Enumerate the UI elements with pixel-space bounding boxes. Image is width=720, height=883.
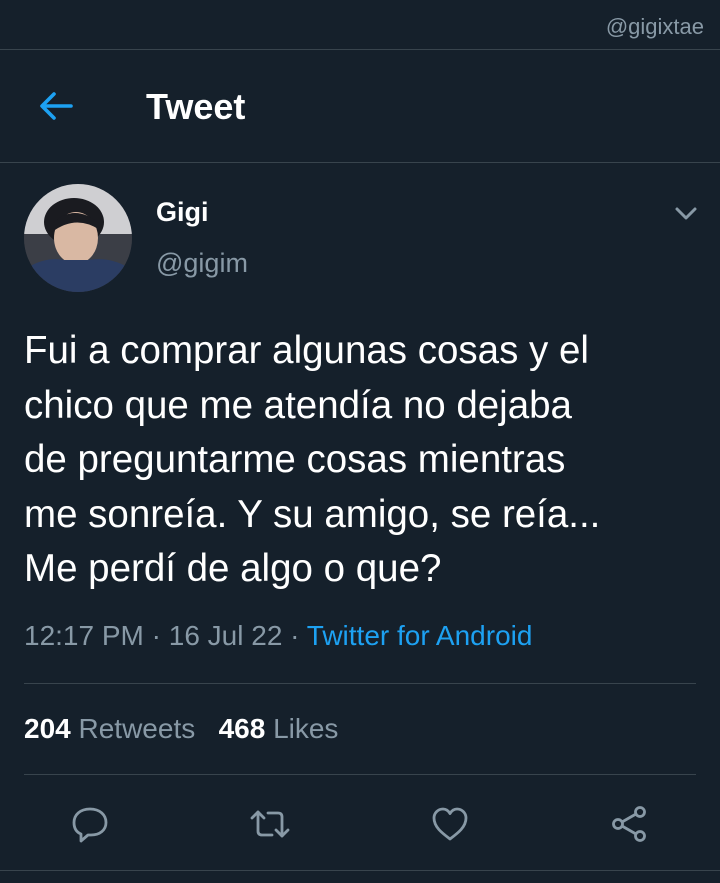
- share-button[interactable]: [608, 802, 652, 846]
- retweets-count: 204: [24, 713, 71, 744]
- likes-stat[interactable]: 468 Likes: [219, 713, 339, 744]
- reply-button[interactable]: [68, 802, 112, 846]
- watermark: @gigixtae: [605, 14, 704, 39]
- tweet-text-line: de preguntarme cosas mientras: [24, 438, 566, 481]
- author-name[interactable]: Gigi: [156, 197, 209, 228]
- avatar-image: [24, 184, 132, 292]
- meta-separator: ·: [151, 620, 161, 651]
- header: Tweet: [0, 50, 720, 162]
- tweet-text-line: Me perdí de algo o que?: [24, 547, 442, 590]
- author-handle[interactable]: @gigim: [156, 248, 248, 279]
- retweets-label: Retweets: [78, 713, 196, 744]
- retweets-stat[interactable]: 204 Retweets: [24, 713, 195, 744]
- tweet-meta: 12:17 PM · 16 Jul 22 · Twitter for Andro…: [24, 620, 532, 652]
- tweet-date: 16 Jul 22: [168, 620, 283, 651]
- reply-icon: [72, 807, 108, 843]
- chevron-down-icon: [675, 207, 697, 220]
- likes-label: Likes: [273, 713, 339, 744]
- tweet-text-line: me sonreía. Y su amigo, se reía...: [24, 492, 601, 536]
- tweet-source-link[interactable]: Twitter for Android: [307, 620, 533, 651]
- retweet-icon: [250, 810, 290, 838]
- tweet-text-line: Fui a comprar algunas cosas y el: [24, 329, 589, 372]
- meta-separator: ·: [290, 620, 300, 651]
- action-bar: [0, 796, 720, 852]
- like-button[interactable]: [428, 802, 472, 846]
- tweet-options-button[interactable]: [670, 200, 702, 228]
- tweet-text: Fui a comprar algunas cosas y el chico q…: [24, 324, 704, 597]
- arrow-left-icon: [40, 92, 73, 120]
- bottom-divider: [0, 870, 720, 871]
- retweet-button[interactable]: [248, 802, 292, 846]
- meta-divider: [24, 683, 696, 684]
- back-button[interactable]: [36, 88, 76, 124]
- header-divider: [0, 162, 720, 163]
- share-icon: [612, 806, 646, 842]
- avatar[interactable]: [24, 184, 132, 292]
- stats-divider: [24, 774, 696, 775]
- tweet-stats: 204 Retweets 468 Likes: [24, 713, 338, 745]
- tweet-time: 12:17 PM: [24, 620, 144, 651]
- page-title: Tweet: [146, 86, 246, 127]
- tweet-text-line: chico que me atendía no dejaba: [24, 383, 572, 427]
- likes-count: 468: [218, 713, 266, 744]
- like-icon: [432, 807, 468, 841]
